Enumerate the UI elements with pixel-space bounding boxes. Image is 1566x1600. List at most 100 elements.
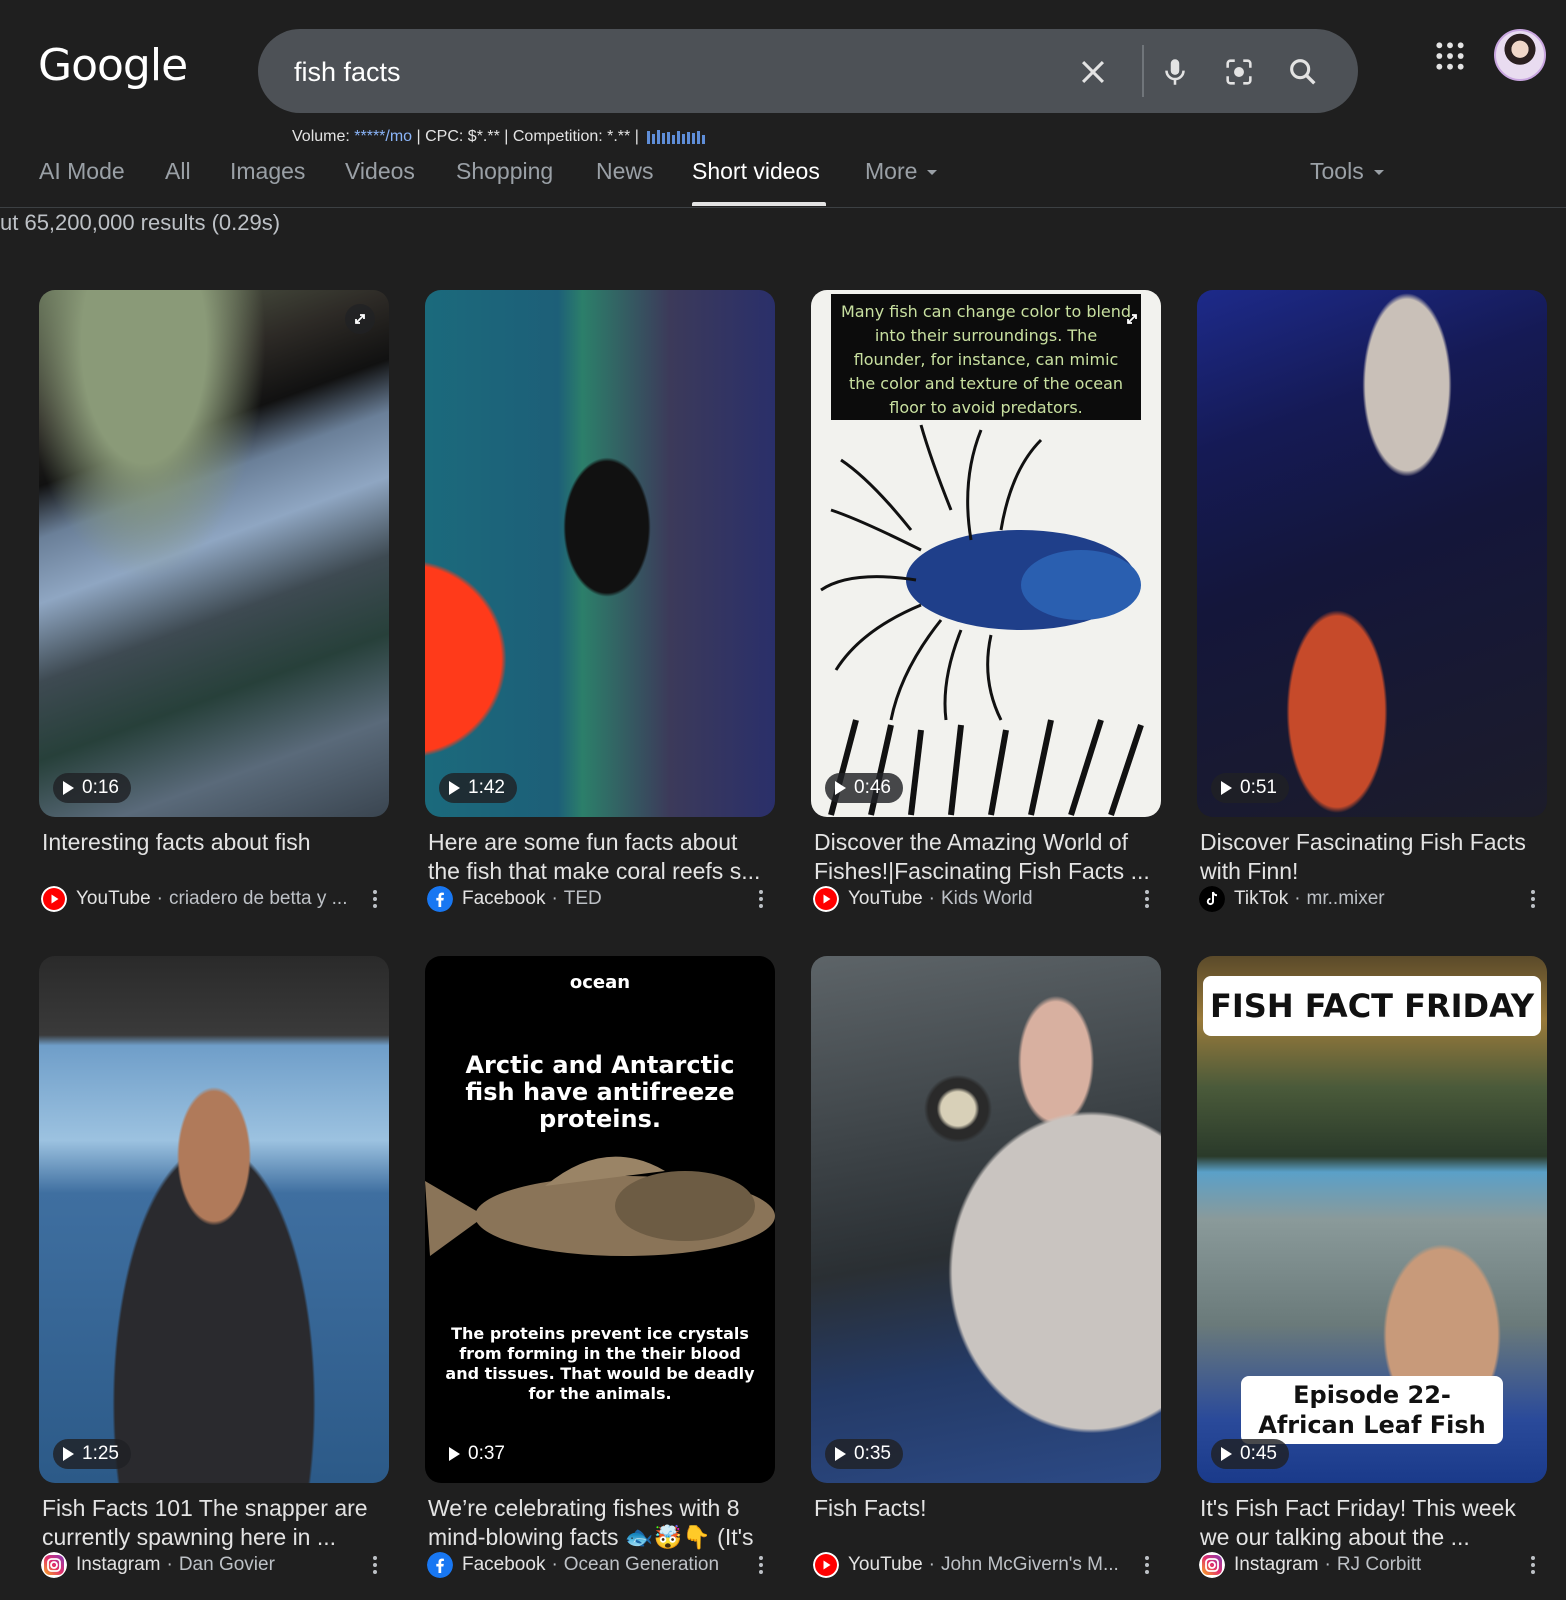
trend-bars-icon [647,130,706,145]
tools-button[interactable]: Tools [1310,158,1384,185]
video-thumbnail[interactable]: Many fish can change color to blend into… [811,290,1161,817]
duration-text: 0:37 [468,1443,505,1464]
video-source: Instagram · Dan Govier [41,1552,356,1578]
facebook-icon [427,886,453,912]
duration-text: 0:51 [1240,777,1277,798]
caption-footer: Episode 22- African Leaf Fish [1241,1376,1503,1444]
play-icon [1221,781,1232,795]
more-options-icon[interactable] [365,1554,385,1576]
duration-badge: 0:45 [1211,1439,1289,1469]
video-card: 0:16 Interesting facts about fish YouTub… [39,290,389,930]
video-source: TikTok · mr..mixer [1199,886,1514,912]
tab-more[interactable]: More [865,158,938,185]
brand-wordmark: ocean [569,972,631,993]
video-source: YouTube · Kids World [813,886,1128,912]
video-thumbnail[interactable]: 0:51 [1197,290,1547,817]
caption-headline: FISH FACT FRIDAY [1203,976,1541,1036]
video-title[interactable]: We’re celebrating fishes with 8 mind-blo… [428,1494,773,1554]
separator-dot: · [166,1554,173,1575]
video-title[interactable]: Interesting facts about fish [42,828,387,857]
video-thumbnail[interactable]: 1:42 [425,290,775,817]
platform-name: YouTube [848,888,923,909]
video-thumbnail[interactable]: 0:35 [811,956,1161,1483]
channel-name: John McGivern's M... [941,1554,1119,1575]
video-thumbnail[interactable]: 0:16 [39,290,389,817]
google-logo[interactable]: Google [38,40,188,91]
youtube-icon [813,886,839,912]
search-icon[interactable] [1286,55,1320,89]
caption-headline: Arctic and Antarctic fish have antifreez… [465,1051,735,1133]
video-title[interactable]: Here are some fun facts about the fish t… [428,828,773,886]
platform-name: Instagram [76,1554,161,1575]
duration-badge: 0:16 [53,773,131,803]
google-apps-icon[interactable] [1434,40,1466,72]
platform-name: YouTube [848,1554,923,1575]
tab-images[interactable]: Images [230,158,305,185]
instagram-icon [1199,1552,1225,1578]
tab-videos[interactable]: Videos [345,158,415,185]
duration-badge: 0:35 [825,1439,903,1469]
video-card: Many fish can change color to blend into… [811,290,1161,930]
video-source: Instagram · RJ Corbitt [1199,1552,1514,1578]
chevron-down-icon [1373,170,1384,176]
chevron-down-icon [927,170,938,176]
channel-name: Kids World [941,888,1033,909]
platform-name: Instagram [1234,1554,1319,1575]
tab-short-videos[interactable]: Short videos [692,158,820,185]
volume-link[interactable]: *****/mo [354,128,412,145]
channel-name: Ocean Generation [563,1554,720,1575]
duration-text: 0:16 [82,777,119,798]
search-divider [1142,45,1144,97]
microphone-icon[interactable] [1158,55,1192,89]
more-options-icon[interactable] [1137,888,1157,910]
expand-icon[interactable] [1117,304,1147,334]
duration-text: 0:35 [854,1443,891,1464]
tab-shopping[interactable]: Shopping [456,158,553,185]
video-thumbnail[interactable]: FISH FACT FRIDAY Episode 22- African Lea… [1197,956,1547,1483]
search-box[interactable] [258,29,1358,113]
duration-text: 0:46 [854,777,891,798]
video-title[interactable]: Discover Fascinating Fish Facts with Fin… [1200,828,1545,886]
tab-all[interactable]: All [165,158,191,185]
duration-badge: 1:42 [439,773,517,803]
more-options-icon[interactable] [1523,888,1543,910]
duration-badge: 0:46 [825,773,903,803]
account-avatar[interactable] [1494,29,1546,81]
platform-name: Facebook [462,888,546,909]
duration-text: 1:25 [82,1443,119,1464]
duration-badge: 0:51 [1211,773,1289,803]
video-thumbnail[interactable]: 1:25 [39,956,389,1483]
volume-label: Volume: [292,128,355,145]
channel-name: Dan Govier [178,1554,275,1575]
video-card: ocean Arctic and Antarctic fish have ant… [425,956,775,1596]
seo-metrics-bar: Volume: *****/mo | CPC: $*.** | Competit… [292,128,706,146]
camera-lens-icon[interactable] [1222,55,1256,89]
video-title[interactable]: Fish Facts! [814,1494,1159,1523]
youtube-icon [813,1552,839,1578]
more-options-icon[interactable] [751,1554,771,1576]
more-options-icon[interactable] [751,888,771,910]
video-title[interactable]: Discover the Amazing World of Fishes!|Fa… [814,828,1159,886]
more-options-icon[interactable] [1523,1554,1543,1576]
duration-text: 1:42 [468,777,505,798]
separator-dot: · [1324,1554,1331,1575]
video-title[interactable]: Fish Facts 101 The snapper are currently… [42,1494,387,1552]
video-title[interactable]: It's Fish Fact Friday! This week we our … [1200,1494,1545,1552]
caption-overlay: Many fish can change color to blend into… [831,294,1141,420]
play-icon [449,1447,460,1461]
separator-dot: · [551,1554,558,1575]
video-card: 0:51 Discover Fascinating Fish Facts wit… [1197,290,1547,930]
video-card: FISH FACT FRIDAY Episode 22- African Lea… [1197,956,1547,1596]
more-options-icon[interactable] [1137,1554,1157,1576]
expand-icon[interactable] [345,304,375,334]
tab-news[interactable]: News [596,158,654,185]
tab-ai-mode[interactable]: AI Mode [39,158,125,185]
clear-icon[interactable] [1076,55,1110,89]
betta-fish-illustration [820,424,1144,816]
video-thumbnail[interactable]: ocean Arctic and Antarctic fish have ant… [425,956,775,1483]
separator-dot: · [156,888,163,909]
search-input[interactable] [292,53,1016,91]
channel-name: mr..mixer [1306,888,1385,909]
video-source: YouTube · John McGivern's M... [813,1552,1128,1578]
more-options-icon[interactable] [365,888,385,910]
